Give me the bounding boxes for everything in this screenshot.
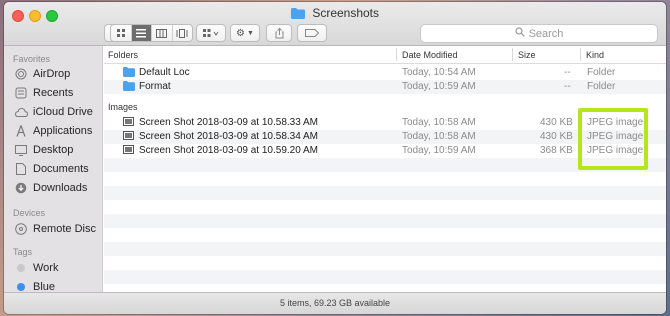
airdrop-icon <box>14 67 28 81</box>
search-icon <box>514 27 525 40</box>
sidebar-item-recents[interactable]: Recents <box>14 85 73 101</box>
devices-heading: Devices <box>13 208 46 218</box>
recents-icon <box>14 86 28 100</box>
sidebar-item-label: Downloads <box>33 182 88 194</box>
sidebar-item-label: Documents <box>33 163 89 175</box>
sidebar-item-remote-disc[interactable]: Remote Disc <box>14 221 96 237</box>
sidebar-item-label: Applications <box>33 125 93 137</box>
file-kind: Folder <box>587 81 616 92</box>
sidebar-item-applications[interactable]: Applications <box>14 123 92 139</box>
empty-row <box>104 270 666 284</box>
file-name: Screen Shot 2018-03-09 at 10.58.34 AM <box>139 131 319 142</box>
empty-row <box>104 186 666 200</box>
file-name: Screen Shot 2018-03-09 at 10.59.20 AM <box>139 145 319 156</box>
file-date: Today, 10:54 AM <box>402 67 476 78</box>
file-date: Today, 10:59 AM <box>402 81 476 92</box>
list-item[interactable]: Format Today, 10:59 AM -- Folder <box>104 80 666 94</box>
gear-icon: ⚙ <box>236 27 246 39</box>
empty-row <box>104 242 666 256</box>
disc-icon <box>14 222 28 236</box>
tag-dot-icon <box>14 261 28 275</box>
share-button[interactable] <box>266 24 292 42</box>
highlight-box <box>578 108 648 170</box>
file-size: 430 KB <box>540 117 573 128</box>
action-button[interactable]: ⚙ ▼ <box>230 24 260 42</box>
sidebar: Favorites AirDrop Recents iCloud Drive A… <box>4 46 103 293</box>
search-field[interactable]: Search <box>420 24 658 43</box>
file-date: Today, 10:59 AM <box>402 145 476 156</box>
sidebar-item-label: Desktop <box>33 144 74 156</box>
tags-heading: Tags <box>13 247 33 257</box>
column-header-date[interactable]: Date Modified <box>402 50 458 60</box>
file-kind: Folder <box>587 67 616 78</box>
share-icon <box>275 27 283 38</box>
group-by-button[interactable] <box>196 24 226 42</box>
file-size: 368 KB <box>540 145 573 156</box>
favorites-heading: Favorites <box>13 54 51 64</box>
file-name: Screen Shot 2018-03-09 at 10.58.33 AM <box>139 117 319 128</box>
sidebar-item-tag-work[interactable]: Work <box>14 260 58 276</box>
list-icon <box>136 28 147 37</box>
sidebar-item-label: Work <box>33 262 59 274</box>
group-icon <box>203 28 219 37</box>
sidebar-item-label: AirDrop <box>33 68 71 80</box>
window-title-text: Screenshots <box>312 6 380 20</box>
cloud-icon <box>14 105 28 119</box>
column-divider <box>580 48 581 61</box>
finder-window: Screenshots ‹ › <box>4 2 666 314</box>
columns-icon <box>156 28 168 38</box>
list-view-button[interactable] <box>131 25 152 41</box>
folder-icon <box>123 81 135 94</box>
file-size: -- <box>564 81 571 92</box>
file-date: Today, 10:58 AM <box>402 117 476 128</box>
tags-button[interactable] <box>297 24 327 42</box>
downloads-icon <box>14 181 28 195</box>
column-view-button[interactable] <box>152 25 173 41</box>
sidebar-item-label: Remote Disc <box>33 223 96 235</box>
status-bar: 5 items, 69.23 GB available <box>4 292 666 314</box>
icon-view-button[interactable] <box>111 25 132 41</box>
column-divider <box>396 48 397 61</box>
column-header: Folders Date Modified Size Kind <box>104 46 666 64</box>
list-item[interactable]: Default Loc Today, 10:54 AM -- Folder <box>104 66 666 80</box>
group-heading-images: Images <box>108 102 138 112</box>
sidebar-item-label: Recents <box>33 87 74 99</box>
sidebar-item-label: iCloud Drive <box>33 106 93 118</box>
sidebar-item-documents[interactable]: Documents <box>14 161 89 177</box>
view-mode-control <box>110 24 193 42</box>
desktop-icon <box>14 143 28 157</box>
file-date: Today, 10:58 AM <box>402 131 476 142</box>
file-name: Default Loc <box>139 67 190 78</box>
documents-icon <box>14 162 28 176</box>
search-placeholder: Search <box>528 27 564 40</box>
window-title: Screenshots <box>4 6 666 22</box>
icon-grid-icon <box>116 29 125 37</box>
empty-row <box>104 214 666 228</box>
sidebar-item-downloads[interactable]: Downloads <box>14 180 87 196</box>
applications-icon <box>14 124 28 138</box>
column-header-name[interactable]: Folders <box>108 50 138 60</box>
tag-icon <box>305 29 319 37</box>
folder-icon <box>290 8 305 22</box>
column-header-size[interactable]: Size <box>518 50 536 60</box>
sidebar-item-icloud-drive[interactable]: iCloud Drive <box>14 104 93 120</box>
file-size: 430 KB <box>540 131 573 142</box>
chevron-down-icon: ▼ <box>247 29 254 37</box>
coverflow-icon <box>176 28 188 38</box>
image-file-icon <box>123 131 134 143</box>
folder-icon <box>123 67 135 80</box>
file-list: Folders Date Modified Size Kind Default … <box>104 46 666 292</box>
column-header-kind[interactable]: Kind <box>586 50 604 60</box>
titlebar: Screenshots ‹ › <box>4 2 666 46</box>
file-size: -- <box>564 67 571 78</box>
file-name: Format <box>139 81 171 92</box>
column-divider <box>512 48 513 61</box>
sidebar-item-desktop[interactable]: Desktop <box>14 142 73 158</box>
image-file-icon <box>123 145 134 157</box>
gallery-view-button[interactable] <box>173 25 193 41</box>
image-file-icon <box>123 117 134 129</box>
sidebar-item-airdrop[interactable]: AirDrop <box>14 66 70 82</box>
